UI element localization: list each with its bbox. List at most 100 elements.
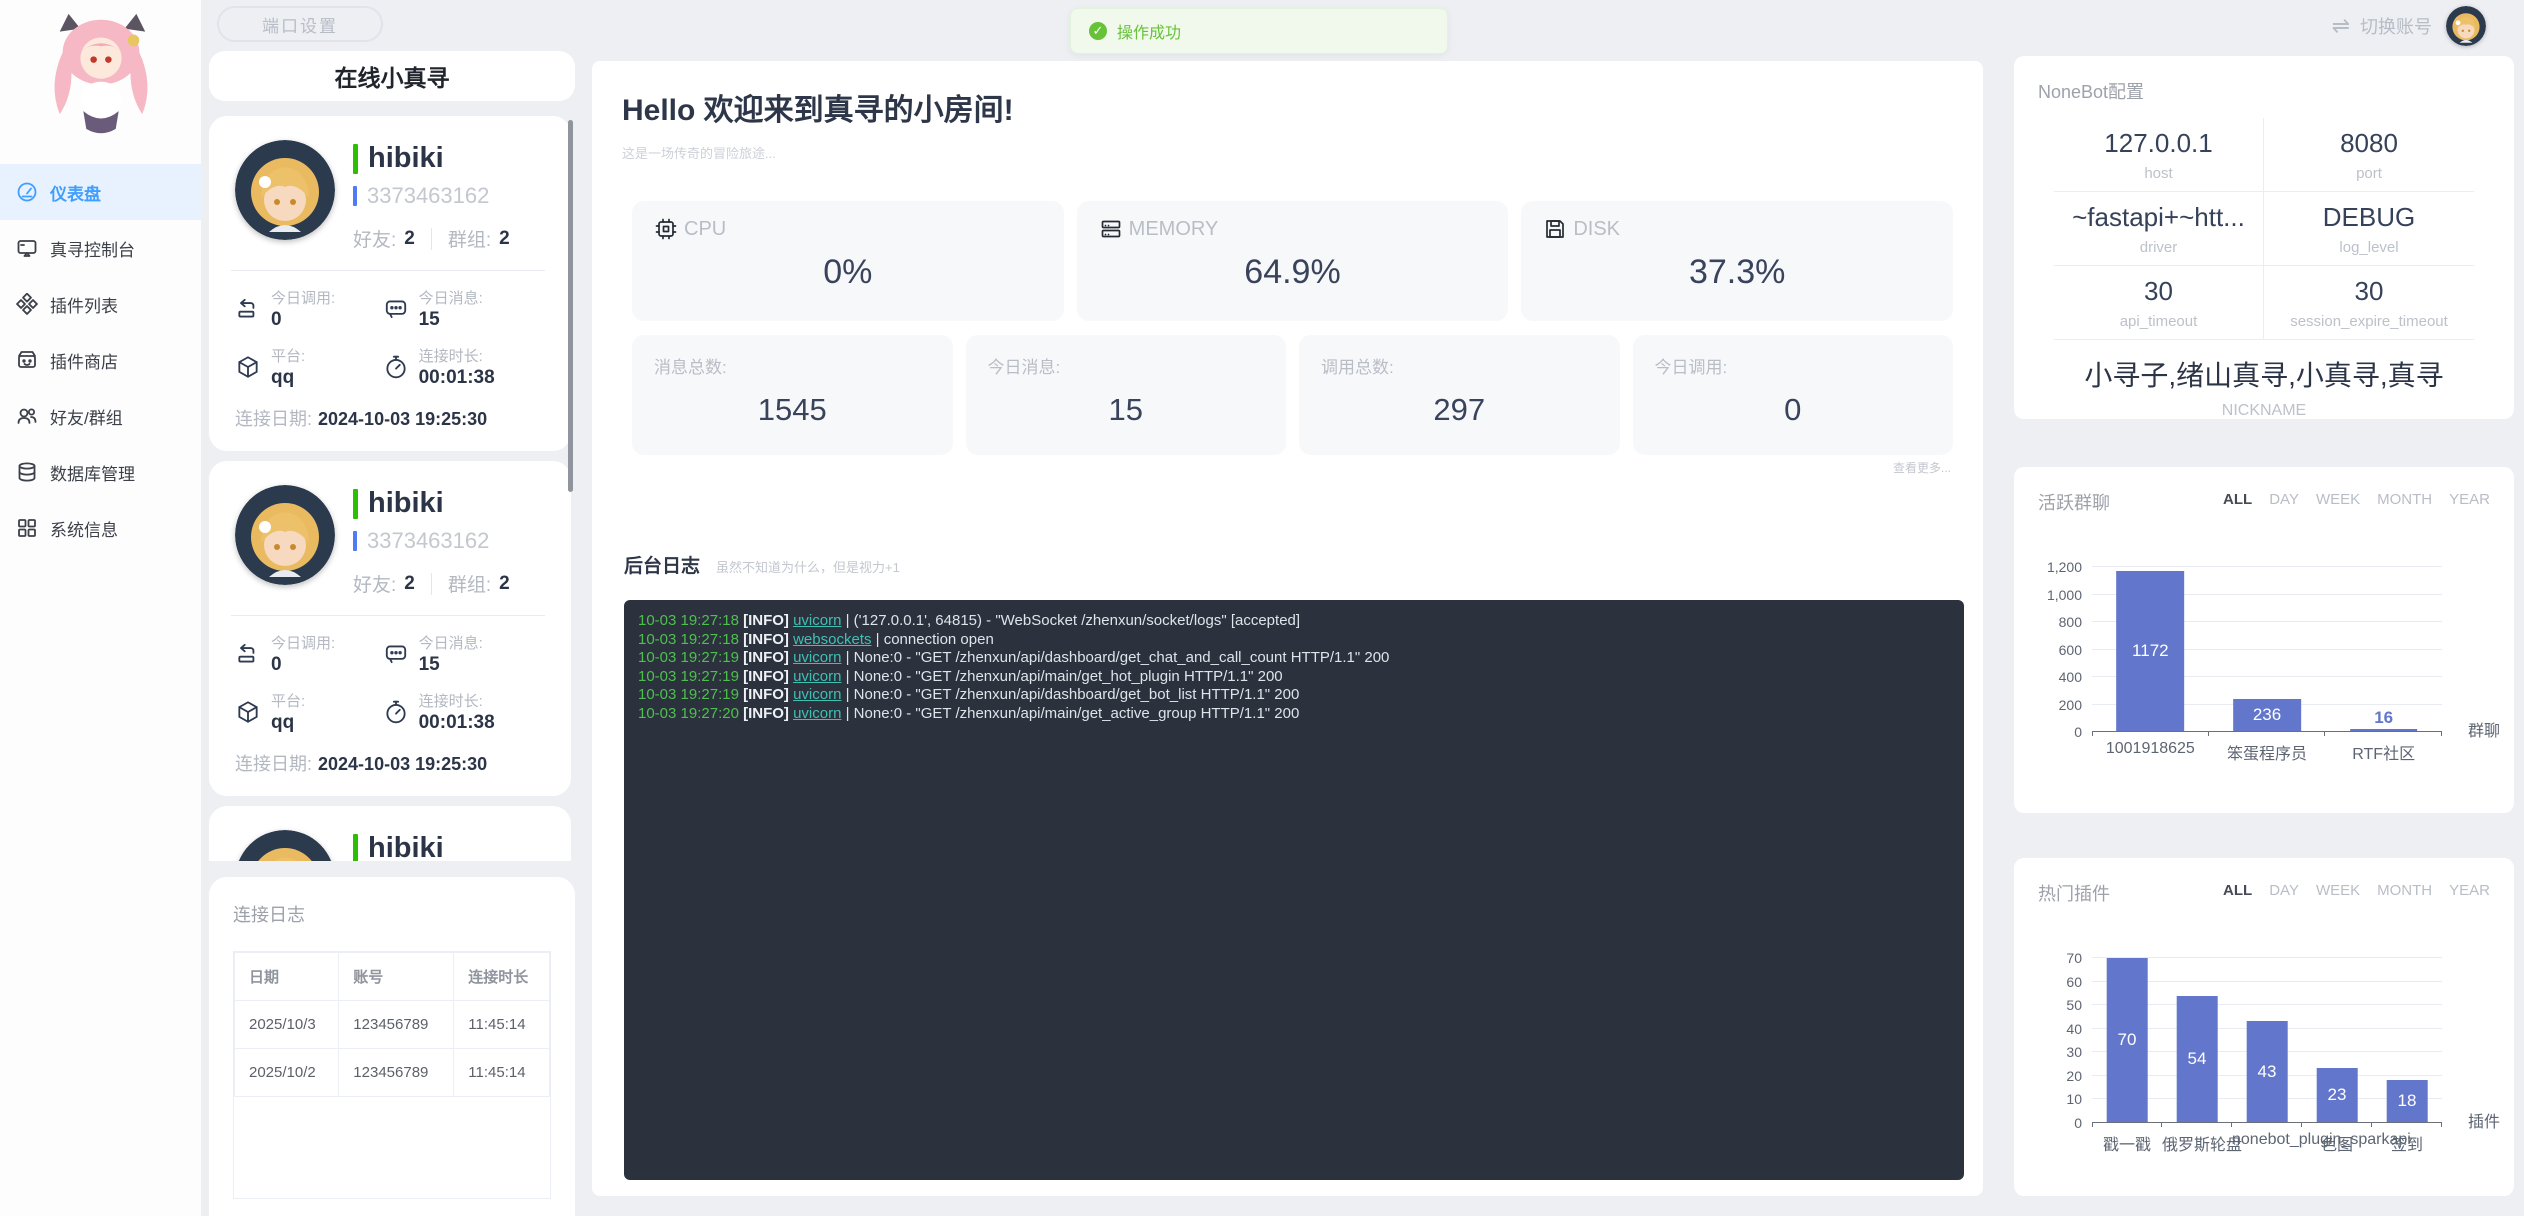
bar-nonebot_plugin_sparkapi[interactable]: 43 xyxy=(2247,1021,2288,1122)
memory-value: 64.9% xyxy=(1099,253,1487,292)
connect-date-label: 连接日期: xyxy=(235,754,312,774)
bar-chart: 01020304050607070戳一戳54俄罗斯轮盘43nonebot_plu… xyxy=(2092,958,2442,1123)
chart-range-tab-day[interactable]: DAY xyxy=(2269,491,2299,508)
chart-range-tab-week[interactable]: WEEK xyxy=(2316,491,2360,508)
sidebar-item-system-info[interactable]: 系统信息 xyxy=(0,500,201,556)
x-category-label: 签到 xyxy=(2372,1131,2442,1155)
groups-label: 群组: xyxy=(448,225,491,252)
chart-range-tab-year[interactable]: YEAR xyxy=(2449,491,2490,508)
welcome-subtitle: 这是一场传奇的冒险旅途... xyxy=(622,143,1953,162)
divider xyxy=(231,615,545,616)
today-messages-label: 今日消息: xyxy=(988,353,1265,378)
sidebar-item-label: 插件列表 xyxy=(50,292,118,317)
today-message-label: 今日消息: xyxy=(419,632,483,653)
bar-签到[interactable]: 18 xyxy=(2387,1080,2428,1122)
bot-avatar[interactable] xyxy=(235,485,335,585)
sidebar-item-database[interactable]: 数据库管理 xyxy=(0,444,201,500)
table-cell: 123456789 xyxy=(339,1001,454,1049)
bar-笨蛋程序员[interactable]: 236 xyxy=(2233,699,2301,731)
connect-date-value: 2024-10-03 19:25:30 xyxy=(318,754,487,774)
chart-title: 活跃群聊 xyxy=(2038,489,2110,515)
today-call-label: 今日调用: xyxy=(271,632,335,653)
chart-range-tab-day[interactable]: DAY xyxy=(2269,882,2299,899)
log-message: | None:0 - "GET /zhenxun/api/main/get_ho… xyxy=(841,668,1282,685)
config-item: 30session_expire_timeout xyxy=(2264,266,2474,340)
sidebar-item-friends-groups[interactable]: 好友/群组 xyxy=(0,388,201,444)
chart-range-tabs: ALL DAY WEEK MONTH YEAR xyxy=(2223,491,2490,508)
chart-range-tab-month[interactable]: MONTH xyxy=(2377,882,2432,899)
bot-list-scrollbar[interactable] xyxy=(568,120,573,492)
duration-label: 连接时长: xyxy=(419,690,495,711)
y-tick-label: 800 xyxy=(2030,614,2082,630)
log-source-link[interactable]: uvicorn xyxy=(793,668,841,685)
connect-date-label: 连接日期: xyxy=(235,409,312,429)
log-source-link[interactable]: uvicorn xyxy=(793,649,841,666)
bar-value-label: 43 xyxy=(2258,1062,2277,1082)
sidebar-item-console[interactable]: 真寻控制台 xyxy=(0,220,201,276)
log-line: 10-03 19:27:19 [INFO] uvicorn | None:0 -… xyxy=(638,668,1950,687)
bot-avatar[interactable] xyxy=(235,140,335,240)
sidebar-item-dashboard[interactable]: 仪表盘 xyxy=(0,164,201,220)
config-value: 127.0.0.1 xyxy=(2054,128,2263,159)
nonebot-config-card: NoneBot配置 127.0.0.1host8080port~fastapi+… xyxy=(2014,56,2514,419)
hot-plugins-chart-card: 热门插件 ALLDAYWEEKMONTHYEAR 010203040506070… xyxy=(2014,858,2514,1196)
log-level: [INFO] xyxy=(743,631,793,648)
welcome-title: Hello 欢迎来到真寻的小房间! xyxy=(622,85,1953,129)
y-tick-label: 1,000 xyxy=(2030,587,2082,603)
friends-count: 2 xyxy=(404,573,415,595)
today-calls-card: 今日调用: 0 xyxy=(1633,335,1954,455)
sidebar-item-plugin-list[interactable]: 插件列表 xyxy=(0,276,201,332)
log-timestamp: 10-03 19:27:18 xyxy=(638,631,743,648)
chart-range-tab-week[interactable]: WEEK xyxy=(2316,882,2360,899)
bar-value-label: 70 xyxy=(2118,1030,2137,1050)
chart-range-tab-year[interactable]: YEAR xyxy=(2449,882,2490,899)
today-calls-value: 0 xyxy=(1655,392,1932,428)
total-messages-value: 1545 xyxy=(654,392,931,428)
platform-label: 平台: xyxy=(271,690,305,711)
bar-俄罗斯轮盘[interactable]: 54 xyxy=(2177,996,2218,1123)
log-line: 10-03 19:27:18 [INFO] websockets | conne… xyxy=(638,631,1950,650)
memory-icon xyxy=(1099,217,1123,241)
chart-range-tab-month[interactable]: MONTH xyxy=(2377,491,2432,508)
config-grid: 127.0.0.1host8080port~fastapi+~htt...dri… xyxy=(2054,118,2474,340)
nickname-value: 小寻子,绪山真寻,小真寻,真寻 xyxy=(2014,354,2514,394)
platform-label: 平台: xyxy=(271,345,305,366)
bot-avatar[interactable] xyxy=(235,830,335,861)
account-avatar[interactable] xyxy=(2446,6,2486,46)
bar-1001918625[interactable]: 1172 xyxy=(2117,571,2185,731)
y-tick-label: 30 xyxy=(2030,1044,2082,1060)
log-source-link[interactable]: uvicorn xyxy=(793,705,841,722)
log-source-link[interactable]: uvicorn xyxy=(793,612,841,629)
chart-range-tabs: ALL DAY WEEK MONTH YEAR xyxy=(2223,882,2490,899)
cpu-value: 0% xyxy=(654,253,1042,292)
y-tick-label: 10 xyxy=(2030,1091,2082,1107)
divider xyxy=(431,573,432,595)
switch-account-button[interactable]: ⇌ 切换账号 xyxy=(2332,6,2486,46)
config-label: port xyxy=(2264,165,2474,182)
friends-icon xyxy=(16,405,38,427)
bar-RTF社区[interactable] xyxy=(2350,729,2418,731)
port-settings-button[interactable]: 端口设置 xyxy=(217,6,383,42)
online-indicator-bar xyxy=(353,489,358,519)
log-console[interactable]: 10-03 19:27:18 [INFO] uvicorn | ('127.0.… xyxy=(624,600,1964,1180)
chart-range-tab-all[interactable]: ALL xyxy=(2223,882,2252,899)
log-source-link[interactable]: uvicorn xyxy=(793,686,841,703)
disk-card: DISK 37.3% xyxy=(1521,201,1953,321)
sidebar-item-plugin-store[interactable]: 插件商店 xyxy=(0,332,201,388)
bar-value-label: 1172 xyxy=(2132,641,2169,661)
y-tick-label: 0 xyxy=(2030,1115,2082,1131)
today-call-label: 今日调用: xyxy=(271,287,335,308)
view-more-link[interactable]: 查看更多... xyxy=(1893,459,1951,476)
sidebar-item-label: 真寻控制台 xyxy=(50,236,135,261)
x-axis-name: 插件 xyxy=(2468,1108,2500,1132)
call-count-icon xyxy=(235,641,261,667)
switch-arrows-icon: ⇌ xyxy=(2332,13,2350,39)
bot-avatar-image xyxy=(235,830,335,861)
chart-range-tab-all[interactable]: ALL xyxy=(2223,491,2252,508)
config-label: log_level xyxy=(2264,239,2474,256)
table-cell: 11:45:14 xyxy=(454,1049,550,1097)
bar-戳一戳[interactable]: 70 xyxy=(2107,958,2148,1122)
log-level: [INFO] xyxy=(743,705,793,722)
bar-色图[interactable]: 23 xyxy=(2317,1068,2358,1122)
log-source-link[interactable]: websockets xyxy=(793,631,871,648)
